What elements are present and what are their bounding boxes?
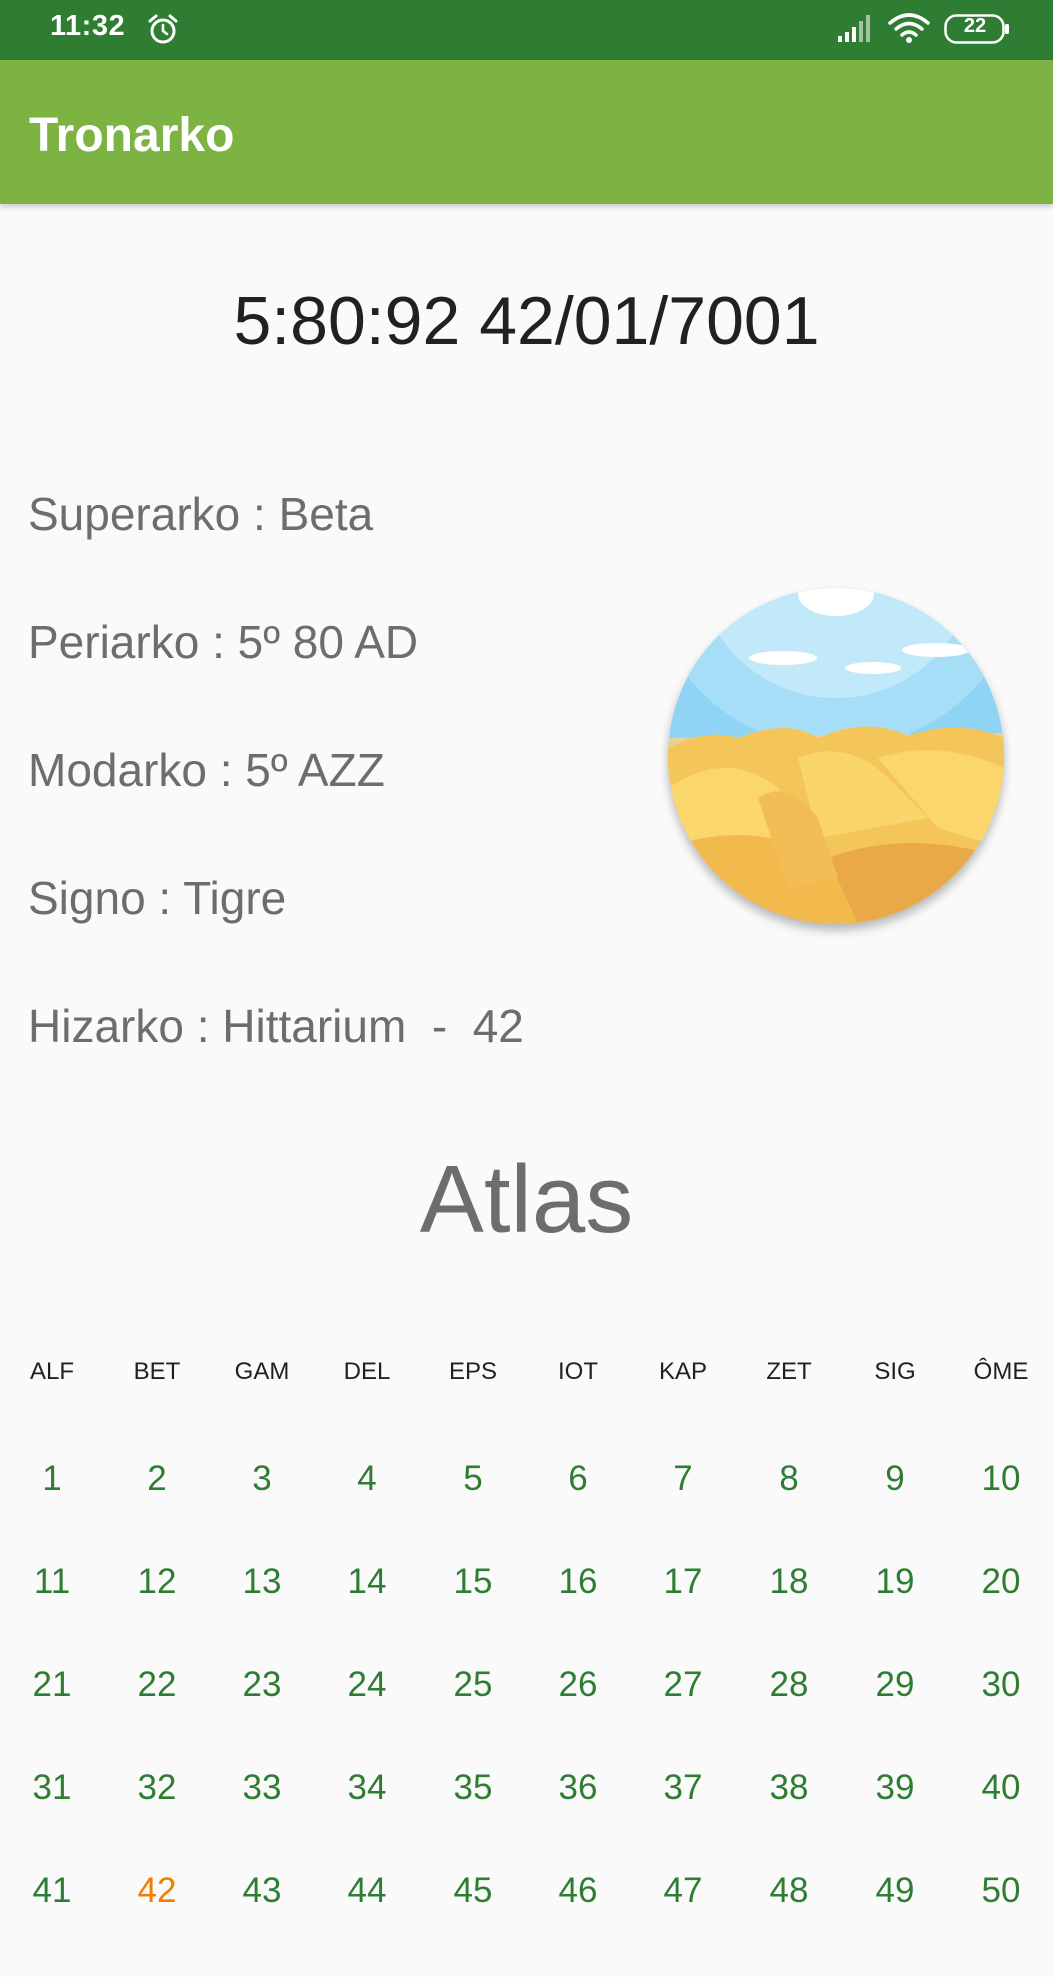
day-cell[interactable]: 16 bbox=[528, 1562, 628, 1602]
signo-label: Signo : Tigre bbox=[28, 872, 287, 924]
weekday-1: BET bbox=[133, 1358, 181, 1385]
day-cell[interactable]: 38 bbox=[739, 1768, 839, 1808]
day-cell[interactable]: 32 bbox=[107, 1768, 207, 1808]
day-cell[interactable]: 14 bbox=[317, 1562, 417, 1602]
day-cell[interactable]: 19 bbox=[845, 1562, 945, 1602]
day-cell[interactable]: 41 bbox=[2, 1871, 102, 1911]
day-cell[interactable]: 36 bbox=[528, 1768, 628, 1808]
alarm-icon bbox=[148, 14, 178, 44]
day-cell[interactable]: 21 bbox=[2, 1665, 102, 1705]
day-cell[interactable]: 22 bbox=[107, 1665, 207, 1705]
day-cell[interactable]: 25 bbox=[423, 1665, 523, 1705]
day-cell[interactable]: 45 bbox=[423, 1871, 523, 1911]
periarko-label: Periarko : 5º 80 AD bbox=[28, 616, 419, 668]
day-cell[interactable]: 5 bbox=[423, 1459, 523, 1499]
day-cell[interactable]: 26 bbox=[528, 1665, 628, 1705]
weekday-0: ALF bbox=[29, 1358, 74, 1385]
day-cell[interactable]: 31 bbox=[2, 1768, 102, 1808]
day-cell[interactable]: 46 bbox=[528, 1871, 628, 1911]
day-cell[interactable]: 24 bbox=[317, 1665, 417, 1705]
day-cell[interactable]: 1 bbox=[2, 1459, 102, 1499]
battery-level: 22 bbox=[963, 15, 987, 37]
status-time: 11:32 bbox=[50, 10, 126, 42]
day-cell[interactable]: 48 bbox=[739, 1871, 839, 1911]
weekday-6: KAP bbox=[658, 1358, 708, 1385]
hizarko-label: Hizarko : Hittarium - 42 bbox=[28, 1000, 524, 1052]
tronarko-datetime: 5:80:92 42/01/7001 bbox=[233, 283, 820, 359]
day-cell[interactable]: 4 bbox=[317, 1459, 417, 1499]
day-cell[interactable]: 33 bbox=[212, 1768, 312, 1808]
day-cell[interactable]: 49 bbox=[845, 1871, 945, 1911]
weekday-7: ZET bbox=[766, 1358, 812, 1385]
weekday-8: SIG bbox=[874, 1358, 916, 1385]
weekday-5: IOT bbox=[558, 1358, 598, 1385]
app-title: Tronarko bbox=[29, 109, 235, 162]
modarko-label: Modarko : 5º AZZ bbox=[28, 744, 385, 796]
wifi-icon bbox=[888, 13, 930, 43]
day-cell[interactable]: 28 bbox=[739, 1665, 839, 1705]
status-bar: 11:32 22 bbox=[0, 0, 1053, 60]
atlas-title: Atlas bbox=[419, 1146, 634, 1253]
day-cell[interactable]: 47 bbox=[633, 1871, 733, 1911]
day-cell[interactable]: 9 bbox=[845, 1459, 945, 1499]
desert-landscape-icon bbox=[668, 588, 1004, 924]
weekday-header: ALF BET GAM DEL EPS IOT KAP ZET SIG ÔME bbox=[0, 1358, 1053, 1398]
weekday-4: EPS bbox=[448, 1358, 498, 1385]
day-cell[interactable]: 7 bbox=[633, 1459, 733, 1499]
day-cell[interactable]: 34 bbox=[317, 1768, 417, 1808]
day-cell[interactable]: 40 bbox=[951, 1768, 1051, 1808]
day-cell[interactable]: 43 bbox=[212, 1871, 312, 1911]
day-cell[interactable]: 12 bbox=[107, 1562, 207, 1602]
day-cell[interactable]: 44 bbox=[317, 1871, 417, 1911]
app-bar: Tronarko bbox=[0, 60, 1053, 204]
day-cell[interactable]: 29 bbox=[845, 1665, 945, 1705]
day-cell[interactable]: 30 bbox=[951, 1665, 1051, 1705]
weekday-9: ÔME bbox=[973, 1358, 1029, 1385]
day-cell[interactable]: 8 bbox=[739, 1459, 839, 1499]
weekday-2: GAM bbox=[234, 1358, 290, 1385]
day-cell[interactable]: 37 bbox=[633, 1768, 733, 1808]
day-cell[interactable]: 18 bbox=[739, 1562, 839, 1602]
weekday-3: DEL bbox=[343, 1358, 391, 1385]
signal-icon bbox=[838, 15, 870, 42]
day-cell[interactable]: 50 bbox=[951, 1871, 1051, 1911]
current-day-cell[interactable]: 42 bbox=[107, 1871, 207, 1911]
day-cell[interactable]: 2 bbox=[107, 1459, 207, 1499]
day-cell[interactable]: 17 bbox=[633, 1562, 733, 1602]
day-cell[interactable]: 10 bbox=[951, 1459, 1051, 1499]
day-cell[interactable]: 20 bbox=[951, 1562, 1051, 1602]
day-cell[interactable]: 15 bbox=[423, 1562, 523, 1602]
day-cell[interactable]: 6 bbox=[528, 1459, 628, 1499]
superarko-label: Superarko : Beta bbox=[28, 488, 374, 540]
day-cell[interactable]: 27 bbox=[633, 1665, 733, 1705]
day-cell[interactable]: 13 bbox=[212, 1562, 312, 1602]
day-cell[interactable]: 35 bbox=[423, 1768, 523, 1808]
day-cell[interactable]: 11 bbox=[2, 1562, 102, 1602]
day-cell[interactable]: 23 bbox=[212, 1665, 312, 1705]
day-cell[interactable]: 39 bbox=[845, 1768, 945, 1808]
day-cell[interactable]: 3 bbox=[212, 1459, 312, 1499]
